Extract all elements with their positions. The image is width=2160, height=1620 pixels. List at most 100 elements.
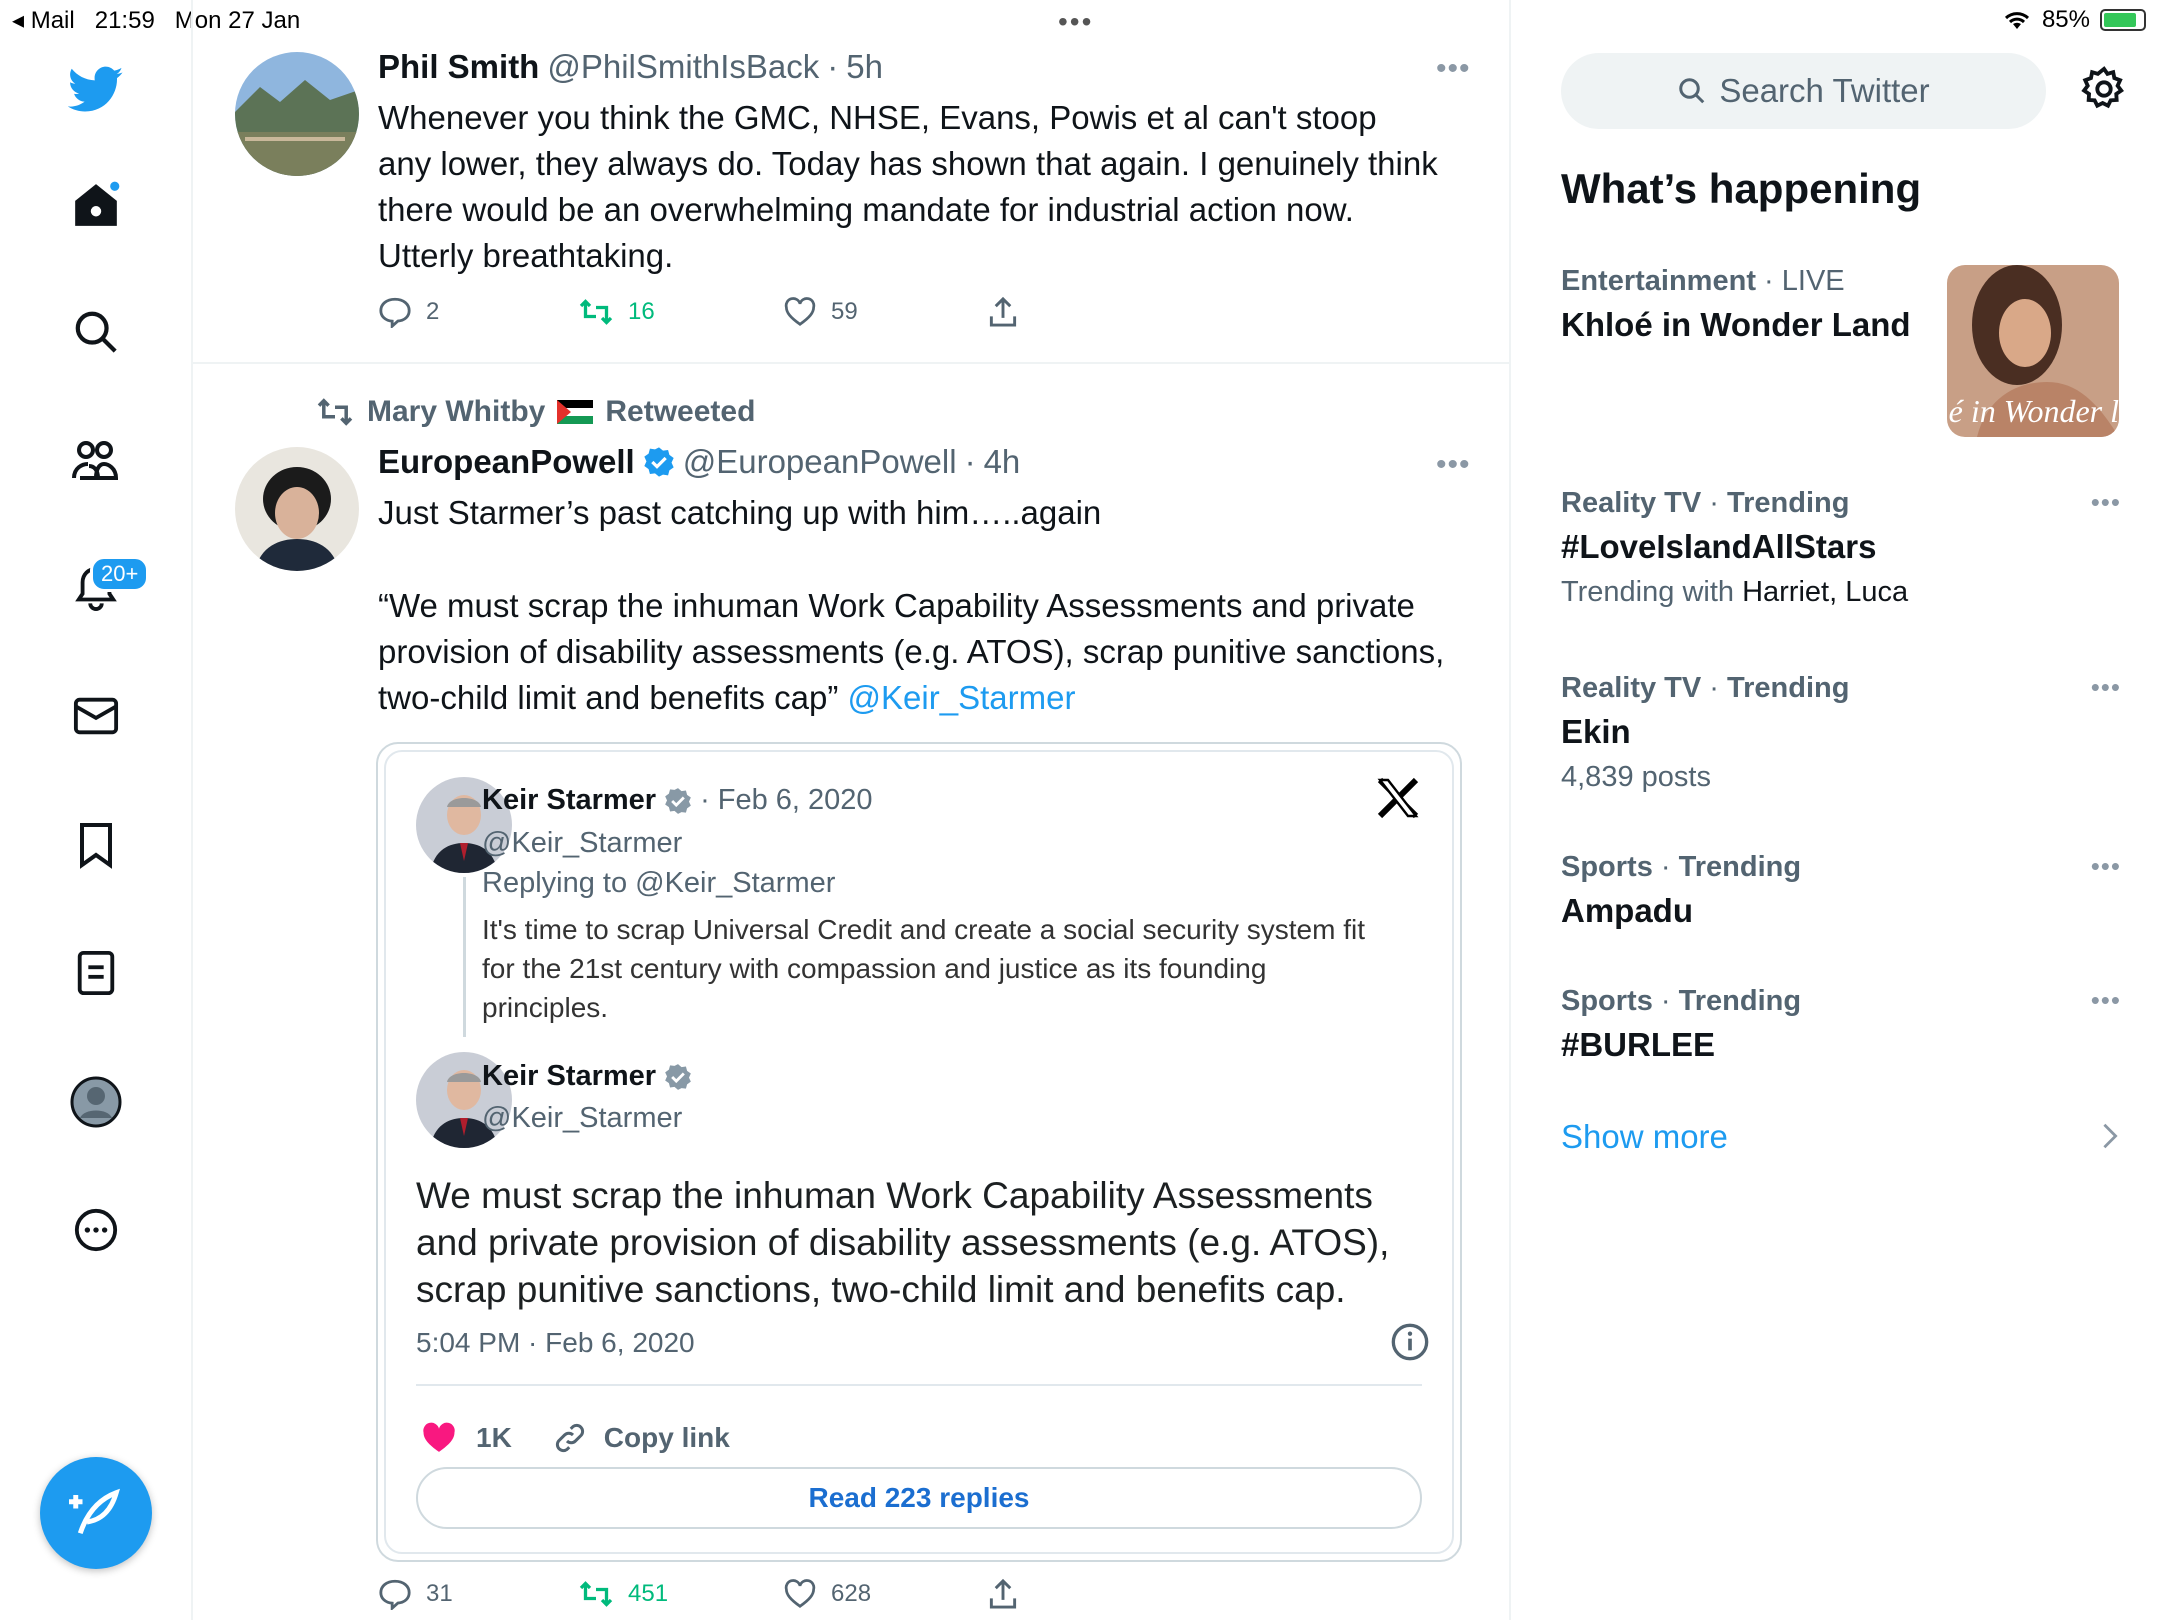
trend-more-icon[interactable]: •••: [2091, 851, 2121, 882]
tweet-time[interactable]: 5h: [846, 48, 883, 86]
author-name[interactable]: EuropeanPowell: [378, 443, 635, 481]
more-options-icon[interactable]: [66, 1200, 126, 1260]
read-replies-button: Read 223 replies: [416, 1467, 1422, 1529]
home-icon[interactable]: [66, 175, 126, 235]
verified-badge-icon: [665, 1063, 691, 1090]
retweeted-label: Retweeted: [605, 395, 756, 428]
retweet-count: 16: [628, 298, 655, 325]
verified-badge-icon: [665, 787, 691, 814]
like-count: 59: [831, 298, 858, 325]
like-button[interactable]: 59: [783, 297, 988, 327]
filled-heart-icon: [423, 1422, 455, 1452]
chevron-right-icon: [2101, 1122, 2119, 1155]
trend-thumbnail-caption: é in Wonder l: [1948, 393, 2119, 429]
tweet-text-quote: “We must scrap the inhuman Work Capabili…: [378, 583, 1468, 721]
share-icon: [989, 1578, 1017, 1609]
trend-title: #LoveIslandAllStars: [1561, 528, 1877, 565]
reply-button[interactable]: 31: [378, 1578, 578, 1610]
retweeted-by[interactable]: Mary Whitby Retweeted: [315, 395, 755, 429]
tweet-header: EuropeanPowell @EuropeanPowell · 4h: [378, 443, 1021, 481]
reply-icon: [379, 297, 411, 328]
avatar[interactable]: [235, 447, 359, 571]
bookmarks-icon[interactable]: [66, 815, 126, 875]
tweet-more-icon[interactable]: •••: [1436, 52, 1471, 86]
search-icon[interactable]: [66, 302, 126, 362]
author-handle[interactable]: @PhilSmithIsBack: [547, 48, 819, 86]
trend-more-icon[interactable]: •••: [2091, 672, 2121, 703]
embed-header: Keir Starmer: [482, 1060, 692, 1093]
communities-icon[interactable]: [66, 430, 126, 490]
reply-button[interactable]: 2: [378, 296, 578, 328]
trend-category: Sports · Trending: [1561, 851, 1802, 883]
share-icon: [989, 296, 1017, 327]
embed-copy-link: Copy link: [603, 1422, 730, 1453]
retweet-icon: [579, 299, 613, 325]
tweet-more-icon[interactable]: •••: [1436, 448, 1471, 482]
notifications-badge: 20+: [90, 556, 150, 592]
heart-icon: [784, 297, 816, 326]
reply-count: 31: [426, 1580, 453, 1607]
trend-category: Reality TV · Trending: [1561, 487, 1850, 519]
verified-badge-icon: [644, 447, 674, 477]
link-icon: [555, 1423, 584, 1453]
trend-item[interactable]: Reality TV · Trending #LoveIslandAllStar…: [1561, 487, 2121, 609]
embed-replying-to: Replying to @Keir_Starmer: [482, 867, 836, 899]
profile-avatar-icon[interactable]: [66, 1072, 126, 1132]
search-icon: [1679, 78, 1705, 104]
info-icon: [1390, 1322, 1430, 1367]
trend-item[interactable]: Sports · Trending #BURLEE •••: [1561, 985, 2121, 1064]
embed-parent-handle: @Keir_Starmer: [482, 827, 683, 859]
trend-post-count: 4,839 posts: [1561, 761, 1711, 793]
tweet-text-line1: Just Starmer’s past catching up with him…: [378, 494, 1102, 531]
tweet-actions: 2 16 59: [378, 296, 1018, 328]
retweeter-name: Mary Whitby: [367, 395, 546, 428]
show-more-link[interactable]: Show more: [1561, 1118, 1728, 1156]
trend-more-icon[interactable]: •••: [2091, 487, 2121, 518]
embed-handle: @Keir_Starmer: [482, 1102, 683, 1134]
side-navigation: 20+: [0, 0, 193, 1620]
avatar[interactable]: [235, 52, 359, 176]
author-name[interactable]: Phil Smith: [378, 48, 539, 86]
compose-feather-icon: [69, 1488, 120, 1535]
trend-title: Ampadu: [1561, 892, 1693, 929]
retweet-icon: [317, 398, 353, 426]
trend-category: Reality TV · Trending: [1561, 672, 1850, 704]
twitter-logo-icon[interactable]: [66, 60, 126, 120]
mention-link[interactable]: @Keir_Starmer: [848, 679, 1076, 716]
search-input[interactable]: Search Twitter: [1561, 53, 2046, 129]
retweet-button[interactable]: 451: [578, 1579, 783, 1609]
compose-tweet-button[interactable]: [40, 1457, 152, 1569]
retweet-button[interactable]: 16: [578, 297, 783, 327]
like-button[interactable]: 628: [783, 1579, 988, 1609]
tweet-actions: 31 451 628: [378, 1578, 1018, 1610]
right-sidebar: Search Twitter What’s happening Entertai…: [1511, 0, 2160, 1620]
settings-gear-icon[interactable]: [2081, 66, 2127, 117]
retweet-icon: [579, 1581, 613, 1607]
share-button[interactable]: [988, 1578, 1018, 1610]
trend-more-icon[interactable]: •••: [2091, 985, 2121, 1016]
embed-actions: 1K Copy link: [420, 1420, 730, 1456]
tweet-divider: [193, 362, 1509, 364]
embed-parent-text: It's time to scrap Universal Credit and …: [482, 914, 1365, 1023]
trend-item[interactable]: Reality TV · Trending Ekin 4,839 posts •…: [1561, 672, 2121, 794]
timeline[interactable]: Phil Smith @PhilSmithIsBack · 5h ••• Whe…: [193, 0, 1511, 1620]
tweet-header: Phil Smith @PhilSmithIsBack · 5h: [378, 48, 883, 86]
embed-parent-header: Keir Starmer · Feb 6, 2020: [482, 784, 873, 816]
embed-like-count: 1K: [476, 1422, 512, 1453]
whats-happening-title: What’s happening: [1561, 165, 1922, 212]
embedded-tweet-screenshot[interactable]: Keir Starmer · Feb 6, 2020 @Keir_Starmer…: [376, 742, 1462, 1562]
like-count: 628: [831, 1580, 872, 1607]
trend-item[interactable]: Sports · Trending Ampadu •••: [1561, 851, 2121, 930]
tweet-time[interactable]: 4h: [984, 443, 1021, 481]
share-button[interactable]: [988, 296, 1018, 328]
trend-title: #BURLEE: [1561, 1026, 1716, 1063]
retweet-count: 451: [628, 1580, 669, 1607]
messages-icon[interactable]: [66, 686, 126, 746]
lists-icon[interactable]: [66, 943, 126, 1003]
reply-icon: [379, 1579, 411, 1610]
tweet-text: Whenever you think the GMC, NHSE, Evans,…: [378, 99, 1438, 274]
trend-thumbnail[interactable]: é in Wonder l: [1947, 265, 2119, 437]
author-handle[interactable]: @EuropeanPowell: [683, 443, 957, 481]
palestine-flag-icon: [557, 400, 594, 424]
reply-count: 2: [426, 298, 440, 325]
